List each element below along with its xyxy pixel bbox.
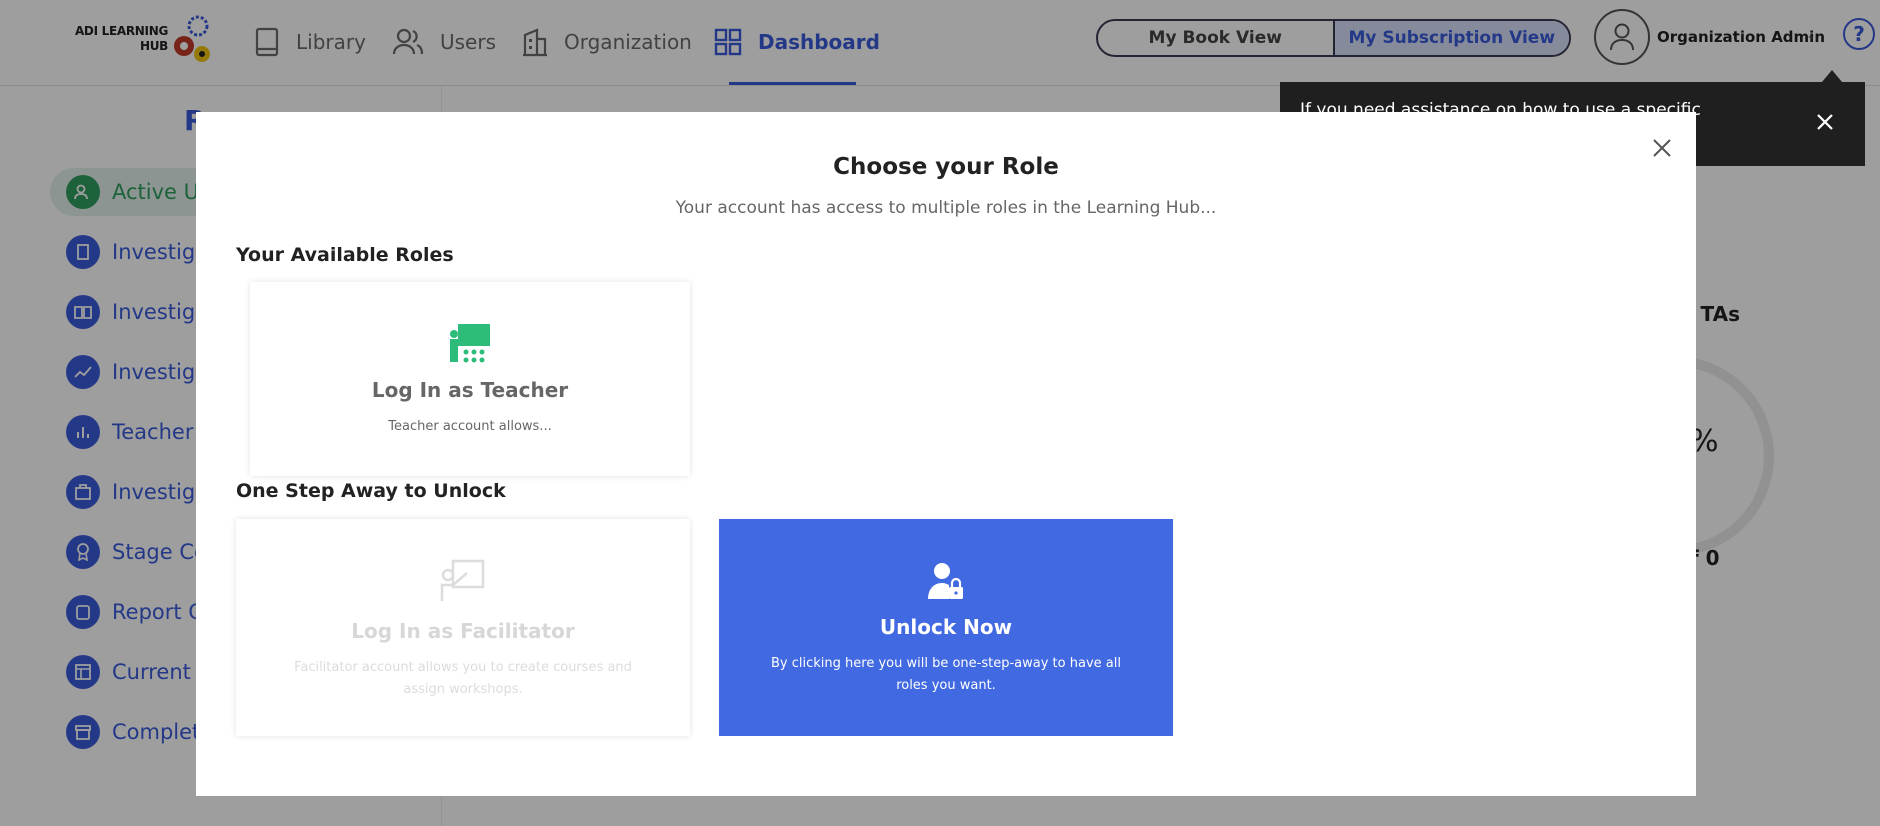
close-icon[interactable] — [1813, 110, 1837, 134]
login-as-teacher-card[interactable]: Log In as Teacher Teacher account allows… — [250, 282, 690, 476]
teacher-card-desc: Teacher account allows... — [388, 419, 552, 434]
unlock-card-desc: By clicking here you will be one-step-aw… — [771, 656, 1121, 693]
facilitator-card-desc: Facilitator account allows you to create… — [294, 660, 632, 697]
modal-title: Choose your Role — [833, 154, 1059, 180]
login-as-facilitator-card: Log In as Facilitator Facilitator accoun… — [236, 519, 690, 736]
teacher-icon — [450, 324, 490, 363]
teacher-card-title: Log In as Teacher — [371, 378, 569, 402]
unlock-card-title: Unlock Now — [879, 615, 1013, 639]
choose-role-modal: Choose your Role Your account has access… — [196, 112, 1696, 796]
user-lock-icon — [928, 563, 963, 599]
unlock-roles-heading: One Step Away to Unlock — [236, 480, 506, 502]
facilitator-card-title: Log In as Facilitator — [351, 619, 575, 643]
unlock-now-button[interactable]: Unlock Now By clicking here you will be … — [719, 519, 1173, 736]
modal-subtitle: Your account has access to multiple role… — [675, 198, 1217, 218]
facilitator-icon — [440, 559, 485, 601]
tooltip-arrow — [1822, 70, 1842, 82]
available-roles-heading: Your Available Roles — [236, 244, 454, 266]
